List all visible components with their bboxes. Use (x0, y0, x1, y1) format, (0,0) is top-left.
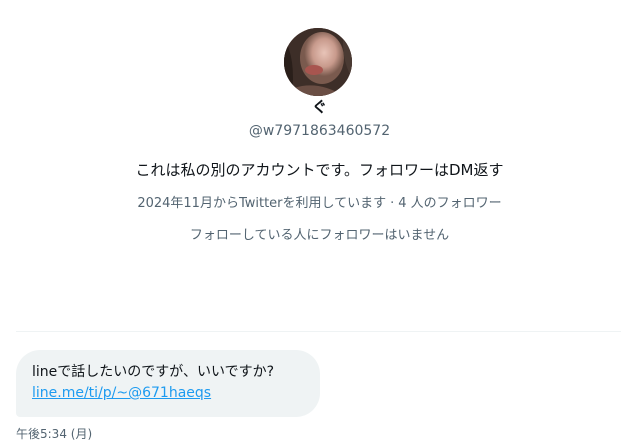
message-link[interactable]: line.me/ti/p/~@671haeqs (32, 383, 211, 403)
joined-date: 2024年11月からTwitterを利用しています (137, 196, 387, 211)
profile-bio: これは私の別のアカウントです。フォロワーはDM返す (135, 161, 504, 179)
message-timestamp: 午後5:34 (月) (16, 427, 93, 441)
avatar-photo (284, 28, 352, 96)
mutual-followers-note: フォローしている人にフォロワーはいません (189, 228, 450, 243)
meta-separator: · (390, 196, 395, 211)
avatar[interactable] (284, 28, 352, 96)
profile-meta: 2024年11月からTwitterを利用しています · 4 人のフォロワー (0, 195, 639, 213)
user-handle[interactable]: @w7971863460572 (0, 122, 639, 140)
followers-count[interactable]: 4 人のフォロワー (398, 196, 501, 211)
message-bubble[interactable]: lineで話したいのですが、いいですか? line.me/ti/p/~@671h… (16, 350, 320, 417)
divider (16, 331, 621, 332)
message-text: lineで話したいのですが、いいですか? (32, 364, 274, 380)
display-name[interactable]: ぐ (0, 97, 639, 117)
